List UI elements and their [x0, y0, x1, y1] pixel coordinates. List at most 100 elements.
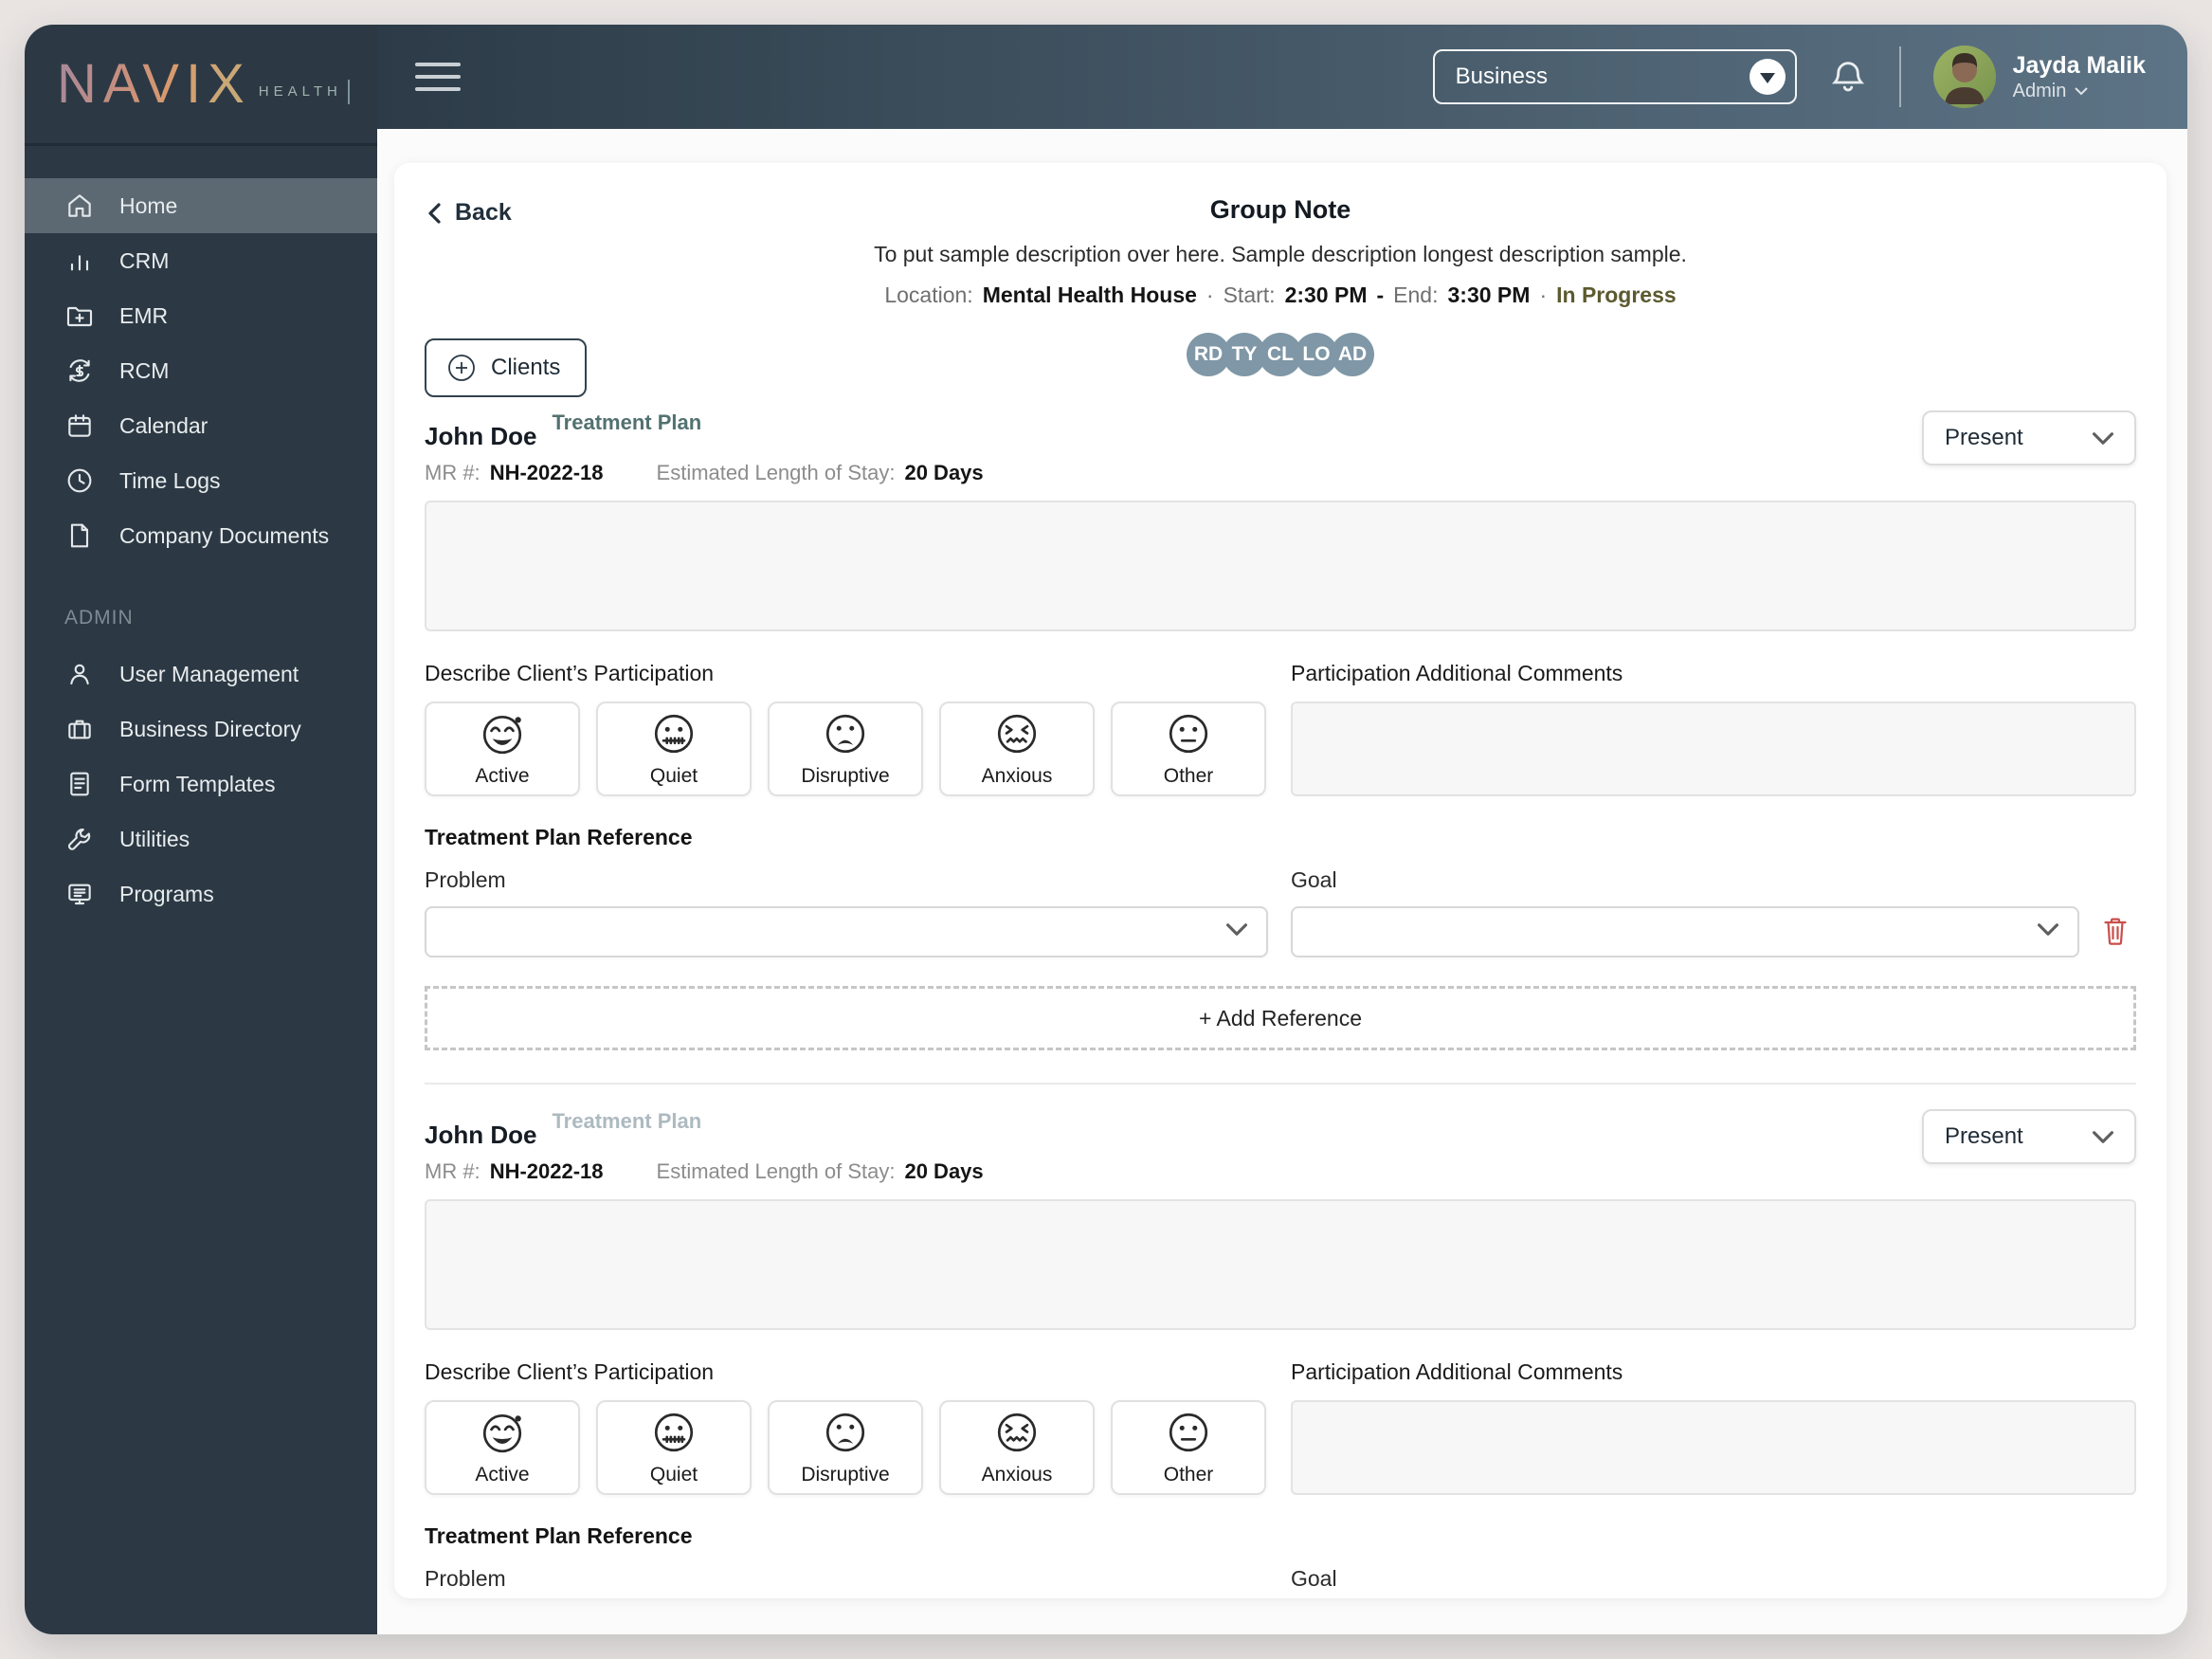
end-label: End:: [1393, 283, 1439, 307]
bar-chart-icon: [70, 255, 89, 271]
anxious-face-icon: [997, 1413, 1037, 1452]
chevron-down-icon: [2038, 923, 2058, 940]
back-button[interactable]: Back: [425, 195, 874, 227]
start-label: Start:: [1223, 283, 1276, 307]
participation-comments-textarea[interactable]: [1291, 702, 2136, 796]
hamburger-menu-icon[interactable]: [415, 58, 464, 96]
sidebar-item-home[interactable]: Home: [25, 178, 377, 233]
attendance-value: Present: [1945, 1123, 2023, 1149]
attendance-select[interactable]: Present: [1922, 1109, 2136, 1164]
top-bar: Business Jayda Malik Admin: [377, 25, 2187, 129]
attendance-select[interactable]: Present: [1922, 410, 2136, 465]
participation-comments-label: Participation Additional Comments: [1291, 661, 1623, 685]
dropdown-caret-icon: [1749, 59, 1786, 95]
client-chip[interactable]: AD: [1331, 333, 1374, 376]
client-section-2: John Doe Treatment Plan MR #: NH-2022-18…: [425, 1109, 2136, 1598]
sidebar-item-crm[interactable]: CRM: [25, 233, 377, 288]
user-icon: [70, 664, 89, 685]
disruptive-face-icon: [825, 1413, 865, 1452]
back-label: Back: [455, 199, 512, 226]
participation-comments-textarea[interactable]: [1291, 1400, 2136, 1495]
other-face-icon: [1169, 714, 1208, 754]
treatment-plan-reference-title: Treatment Plan Reference: [425, 1523, 693, 1548]
add-reference-button[interactable]: + Add Reference: [425, 986, 2136, 1050]
sidebar-item-business-directory[interactable]: Business Directory: [25, 702, 377, 757]
problem-select[interactable]: [425, 906, 1268, 957]
sidebar-item-utilities[interactable]: Utilities: [25, 811, 377, 866]
sidebar-item-rcm[interactable]: RCM: [25, 343, 377, 398]
note-header: Back Group Note To put sample descriptio…: [425, 195, 2136, 308]
plus-circle-icon: [448, 355, 475, 381]
participation-option-active[interactable]: Active: [425, 702, 580, 796]
participation-option-disruptive[interactable]: Disruptive: [768, 1400, 923, 1495]
chevron-left-icon: [428, 202, 441, 224]
delete-reference-button[interactable]: [2094, 906, 2136, 957]
length-of-stay-label: Estimated Length of Stay:: [656, 461, 896, 484]
document-icon: [70, 523, 89, 548]
sidebar-admin-label: ADMIN: [64, 607, 134, 629]
mr-label: MR #:: [425, 461, 480, 484]
sidebar-item-time-logs[interactable]: Time Logs: [25, 453, 377, 508]
participation-option-anxious[interactable]: Anxious: [939, 1400, 1095, 1495]
active-face-icon: [482, 1413, 522, 1453]
app-window: NAVIX HEALTH Home CRM EMR RCM Calendar T…: [25, 25, 2187, 1634]
status-badge: In Progress: [1556, 283, 1677, 307]
participation-option-disruptive[interactable]: Disruptive: [768, 702, 923, 796]
clock-icon: [67, 468, 92, 493]
treatment-plan-link[interactable]: Treatment Plan: [552, 410, 701, 435]
participation-option-other[interactable]: Other: [1111, 1400, 1266, 1495]
problem-label: Problem: [425, 867, 506, 892]
brand-name: NAVIX: [57, 53, 251, 115]
length-of-stay-label: Estimated Length of Stay:: [656, 1159, 896, 1183]
business-selector[interactable]: Business: [1432, 49, 1797, 104]
goal-select[interactable]: [1291, 906, 2079, 957]
group-note-textarea[interactable]: [425, 1199, 2136, 1330]
chevron-down-icon: [2093, 425, 2113, 451]
treatment-plan-link[interactable]: Treatment Plan: [552, 1109, 701, 1134]
participation-label: Describe Client’s Participation: [425, 661, 715, 685]
business-selector-value: Business: [1455, 64, 1549, 89]
treatment-plan-reference-title: Treatment Plan Reference: [425, 825, 693, 849]
participation-options: Active Quiet Disruptive Anxious Other: [425, 702, 1268, 796]
client-name: John Doe: [425, 422, 537, 450]
notifications-bell-icon[interactable]: [1829, 58, 1867, 96]
group-note-textarea[interactable]: [425, 501, 2136, 631]
sidebar-item-calendar[interactable]: Calendar: [25, 398, 377, 453]
active-face-icon: [482, 715, 522, 755]
sidebar-item-label: CRM: [119, 247, 170, 273]
quiet-face-icon: [654, 1413, 694, 1452]
client-name: John Doe: [425, 1121, 537, 1149]
sidebar-item-emr[interactable]: EMR: [25, 288, 377, 343]
sidebar-item-label: Home: [119, 192, 178, 218]
participation-option-active[interactable]: Active: [425, 1400, 580, 1495]
user-menu[interactable]: Jayda Malik Admin: [1932, 46, 2146, 108]
sidebar-item-label: Business Directory: [119, 716, 301, 741]
other-face-icon: [1169, 1413, 1208, 1452]
main-area: Business Jayda Malik Admin Back Group No…: [377, 25, 2187, 1634]
start-value: 2:30 PM: [1284, 283, 1368, 307]
location-value: Mental Health House: [982, 283, 1197, 307]
add-clients-button[interactable]: Clients: [425, 338, 588, 397]
user-name: Jayda Malik: [2012, 52, 2146, 79]
sidebar-menu: Home CRM EMR RCM Calendar Time Logs Comp…: [25, 146, 377, 921]
topbar-divider: [1898, 46, 1901, 107]
participation-option-other[interactable]: Other: [1111, 702, 1266, 796]
sidebar-item-company-documents[interactable]: Company Documents: [25, 508, 377, 563]
add-reference-label: + Add Reference: [1199, 1005, 1362, 1030]
participation-option-quiet[interactable]: Quiet: [596, 1400, 752, 1495]
sidebar-item-user-management[interactable]: User Management: [25, 647, 377, 702]
participation-option-quiet[interactable]: Quiet: [596, 702, 752, 796]
user-avatar: [1932, 46, 1996, 108]
sidebar-item-programs[interactable]: Programs: [25, 866, 377, 921]
form-icon: [70, 772, 89, 796]
mr-label: MR #:: [425, 1159, 480, 1183]
anxious-face-icon: [997, 714, 1037, 754]
screenshot-frame: NAVIX HEALTH Home CRM EMR RCM Calendar T…: [0, 0, 2212, 1659]
group-note-card: Back Group Note To put sample descriptio…: [394, 163, 2167, 1598]
participation-option-anxious[interactable]: Anxious: [939, 702, 1095, 796]
sidebar: NAVIX HEALTH Home CRM EMR RCM Calendar T…: [25, 25, 377, 1634]
mr-value: NH-2022-18: [489, 1159, 604, 1183]
sync-dollar-icon: [69, 359, 90, 382]
sidebar-item-form-templates[interactable]: Form Templates: [25, 757, 377, 811]
user-role: Admin: [2012, 81, 2067, 101]
